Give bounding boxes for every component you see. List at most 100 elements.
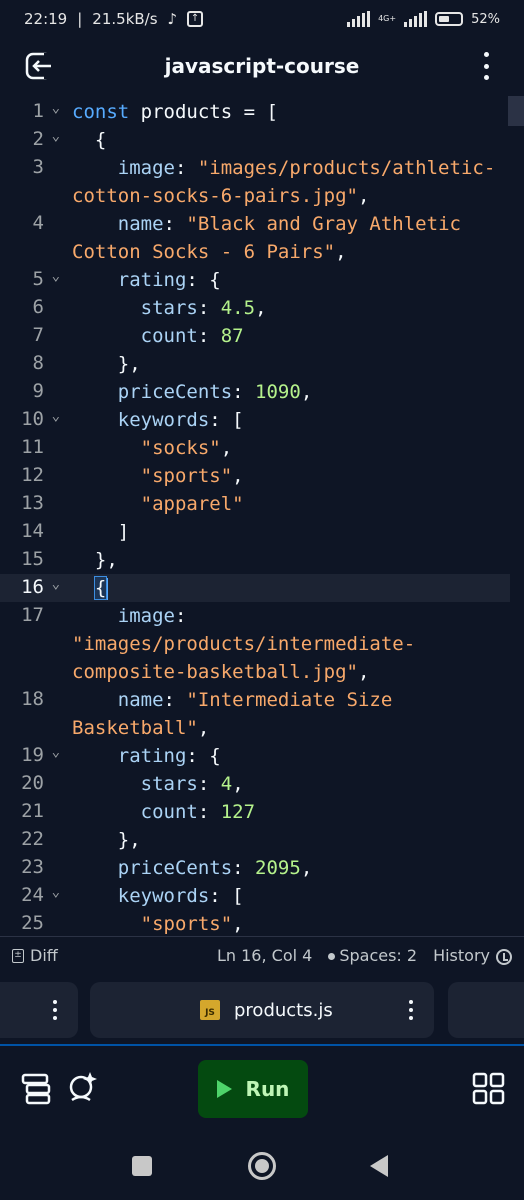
code-line[interactable]: 7 count: 87 — [0, 322, 510, 350]
back-icon[interactable] — [370, 1155, 388, 1177]
line-gutter: 2 ⌄ — [0, 126, 64, 154]
line-gutter: 11 — [0, 434, 64, 462]
code-token: stars — [72, 773, 198, 795]
code-token: : { — [186, 269, 221, 291]
fold-chevron-icon[interactable]: ⌄ — [52, 576, 60, 592]
code-line[interactable]: 8 }, — [0, 350, 510, 378]
code-line[interactable]: 3 image: "images/products/athletic- — [0, 154, 510, 182]
code-line[interactable]: 16 ⌄ { — [0, 574, 510, 602]
tab-menu-icon[interactable] — [408, 1000, 414, 1020]
code-line[interactable]: 2 ⌄ { — [0, 126, 510, 154]
file-tab-products[interactable]: JS products.js — [90, 982, 434, 1038]
code-line[interactable]: 5 ⌄ rating: { — [0, 266, 510, 294]
code-line[interactable]: 22 }, — [0, 826, 510, 854]
editor-scrollbar[interactable] — [508, 96, 524, 126]
code-line[interactable]: 12 "sports", — [0, 462, 510, 490]
line-gutter: 19 ⌄ — [0, 742, 64, 770]
code-line[interactable]: 15 }, — [0, 546, 510, 574]
code-line[interactable]: 11 "socks", — [0, 434, 510, 462]
code-line[interactable]: "images/products/intermediate- — [0, 630, 510, 658]
line-gutter: 8 — [0, 350, 64, 378]
code-line[interactable]: 25 "sports", — [0, 910, 510, 936]
system-status-bar: 22:19 | 21.5kB/s ♪ ↑ 4G+ 52% — [0, 0, 524, 38]
grid-apps-icon[interactable] — [472, 1072, 506, 1106]
diff-icon: ± — [12, 948, 24, 963]
code-text: }, — [72, 826, 502, 854]
code-line[interactable]: 17 image: — [0, 602, 510, 630]
line-number: 14 — [21, 520, 44, 542]
code-line[interactable]: 20 stars: 4, — [0, 770, 510, 798]
diff-button[interactable]: ± Diff — [12, 946, 58, 965]
fold-chevron-icon[interactable]: ⌄ — [52, 884, 60, 900]
code-editor[interactable]: 1 ⌄ const products = [2 ⌄ {3 image: "images… — [0, 96, 524, 936]
code-token: stars — [72, 297, 198, 319]
app-header: javascript-course — [0, 38, 524, 94]
line-number: 10 — [21, 408, 44, 430]
code-text: count: 127 — [72, 798, 502, 826]
code-token: image — [72, 157, 175, 179]
code-line[interactable]: 21 count: 127 — [0, 798, 510, 826]
tab-menu-icon[interactable] — [52, 1000, 58, 1020]
fold-chevron-icon[interactable]: ⌄ — [52, 268, 60, 284]
code-text: ] — [72, 518, 502, 546]
code-line[interactable]: 6 stars: 4.5, — [0, 294, 510, 322]
code-line[interactable]: 19 ⌄ rating: { — [0, 742, 510, 770]
line-gutter: 6 — [0, 294, 64, 322]
line-gutter — [0, 238, 64, 266]
code-line[interactable]: 4 name: "Black and Gray Athletic — [0, 210, 510, 238]
code-token: rating — [72, 269, 187, 291]
code-line[interactable]: Basketball", — [0, 714, 510, 742]
history-button[interactable]: History — [433, 946, 512, 965]
code-line[interactable]: cotton-socks-6-pairs.jpg", — [0, 182, 510, 210]
page-title: javascript-course — [164, 54, 360, 78]
run-button[interactable]: Run — [198, 1060, 308, 1118]
fold-chevron-icon[interactable]: ⌄ — [52, 100, 60, 116]
code-token: , — [335, 241, 347, 263]
code-line[interactable]: 13 "apparel" — [0, 490, 510, 518]
code-token: rating — [72, 745, 187, 767]
cursor-position[interactable]: Ln 16, Col 4 — [217, 946, 312, 965]
code-token: : { — [186, 745, 221, 767]
exit-arrow-icon[interactable] — [24, 51, 54, 81]
fold-chevron-icon[interactable]: ⌄ — [52, 408, 60, 424]
code-text: "sports", — [72, 462, 502, 490]
code-line[interactable]: Cotton Socks - 6 Pairs", — [0, 238, 510, 266]
line-gutter — [0, 630, 64, 658]
signal-icon-2 — [404, 11, 428, 27]
code-line[interactable]: composite-basketball.jpg", — [0, 658, 510, 686]
line-number: 18 — [21, 688, 44, 710]
stack-layers-icon[interactable] — [20, 1072, 54, 1106]
fold-chevron-icon[interactable]: ⌄ — [52, 744, 60, 760]
code-token: : — [163, 213, 187, 235]
code-line[interactable]: 1 ⌄ const products = [ — [0, 98, 510, 126]
recents-icon[interactable] — [132, 1156, 152, 1176]
line-gutter: 18 — [0, 686, 64, 714]
line-number: 20 — [21, 772, 44, 794]
code-line[interactable]: 14 ] — [0, 518, 510, 546]
code-token: count — [72, 801, 198, 823]
home-icon[interactable] — [248, 1152, 276, 1180]
code-token: "socks" — [140, 437, 221, 459]
code-token: "sports" — [140, 465, 233, 487]
code-token: Basketball" — [72, 717, 198, 739]
code-line[interactable]: 23 priceCents: 2095, — [0, 854, 510, 882]
code-text: stars: 4.5, — [72, 294, 502, 322]
file-tab-next[interactable] — [448, 982, 524, 1038]
code-line[interactable]: 9 priceCents: 1090, — [0, 378, 510, 406]
ai-assistant-icon[interactable] — [66, 1070, 100, 1104]
line-gutter — [0, 182, 64, 210]
indent-setting[interactable]: Spaces: 2 — [328, 946, 417, 965]
code-text: priceCents: 2095, — [72, 854, 502, 882]
code-line[interactable]: 10 ⌄ keywords: [ — [0, 406, 510, 434]
file-tab-previous[interactable] — [0, 982, 78, 1038]
code-text: "sports", — [72, 910, 502, 936]
bottom-toolbar: Run — [0, 1046, 524, 1134]
kebab-menu-icon[interactable] — [482, 52, 490, 80]
code-line[interactable]: 24 ⌄ keywords: [ — [0, 882, 510, 910]
line-gutter: 1 ⌄ — [0, 98, 64, 126]
code-token: : — [197, 325, 221, 347]
fold-chevron-icon[interactable]: ⌄ — [52, 128, 60, 144]
code-line[interactable]: 18 name: "Intermediate Size — [0, 686, 510, 714]
